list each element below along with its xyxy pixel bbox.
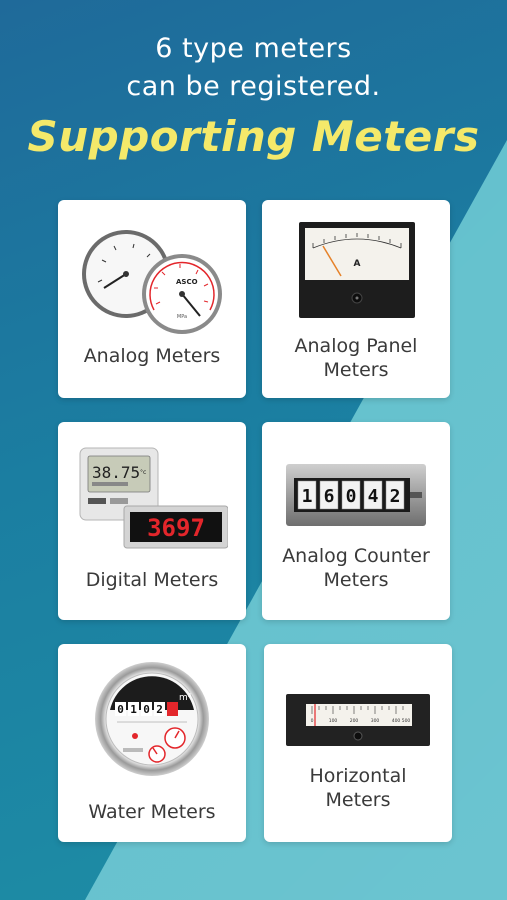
card-label-line-2: Meters: [325, 789, 391, 811]
counter-digit-4: 4: [368, 486, 379, 507]
counter-digit-2: 6: [324, 486, 335, 507]
analog-panel-meter-icon: A: [299, 222, 415, 318]
gauge-brand-text: ASCO: [176, 278, 198, 286]
water-digit-1: 0: [117, 703, 124, 716]
digital-big-reading: 3697: [147, 514, 205, 542]
water-meter-icon: m³ 0 1 0 2: [95, 662, 209, 776]
headline: 6 type meters can be registered.: [0, 30, 507, 106]
panel-unit-text: A: [354, 259, 361, 269]
hscale-3: 300: [371, 718, 380, 724]
page-title: Supporting Meters: [27, 112, 480, 161]
app-screen: 6 type meters can be registered. Support…: [0, 0, 507, 900]
mechanical-counter-icon: 1 6 0 4 2: [286, 464, 426, 526]
card-label-line-1: Analog Counter: [282, 545, 430, 567]
water-digit-2: 1: [130, 703, 137, 716]
hscale-2: 200: [350, 718, 359, 724]
digital-small-reading: 38.75: [92, 463, 140, 482]
headline-line-2: can be registered.: [126, 71, 381, 102]
card-analog-meters[interactable]: ASCO MPa Analog Meters: [58, 200, 246, 398]
hscale-0: 0: [311, 718, 314, 724]
card-label: Water Meters: [88, 801, 216, 823]
gauge-unit-text: MPa: [177, 314, 187, 320]
hscale-5: 500: [402, 718, 411, 724]
card-label-line-2: Meters: [323, 359, 389, 381]
pressure-gauge-icon: ASCO MPa: [82, 230, 222, 334]
card-label: Horizontal Meters: [264, 764, 452, 812]
card-label: Analog Panel Meters: [262, 334, 450, 382]
card-water-meters[interactable]: m³ 0 1 0 2 Water Meters: [58, 644, 246, 842]
digital-small-unit: °c: [140, 469, 146, 476]
card-label: Analog Meters: [83, 345, 221, 367]
card-label-line-1: Analog Panel: [294, 335, 418, 357]
card-analog-counter-meters[interactable]: 1 6 0 4 2 Analog Counter Meters: [262, 422, 450, 620]
card-label-line-2: Meters: [323, 569, 389, 591]
hscale-4: 400: [392, 718, 401, 724]
counter-digit-1: 1: [302, 486, 313, 507]
water-digit-3: 0: [143, 703, 150, 716]
card-label: Analog Counter Meters: [262, 544, 450, 592]
card-horizontal-meters[interactable]: 0 100 200 300 400 500 Horizontal Meters: [264, 644, 452, 842]
water-digit-4: 2: [156, 703, 163, 716]
card-label-line-1: Horizontal: [309, 765, 407, 787]
card-digital-meters[interactable]: 38.75 °c 3697 Digital Meters: [58, 422, 246, 620]
card-analog-panel-meters[interactable]: A Analog Panel Meters: [262, 200, 450, 398]
headline-line-1: 6 type meters: [155, 33, 352, 64]
card-label: Digital Meters: [85, 569, 219, 591]
hscale-1: 100: [329, 718, 338, 724]
counter-digit-3: 0: [346, 486, 357, 507]
horizontal-meter-icon: 0 100 200 300 400 500: [286, 694, 430, 746]
counter-digit-5: 2: [390, 486, 401, 507]
water-unit-text: m³: [179, 693, 192, 703]
digital-display-icon: 38.75 °c 3697: [79, 447, 228, 549]
